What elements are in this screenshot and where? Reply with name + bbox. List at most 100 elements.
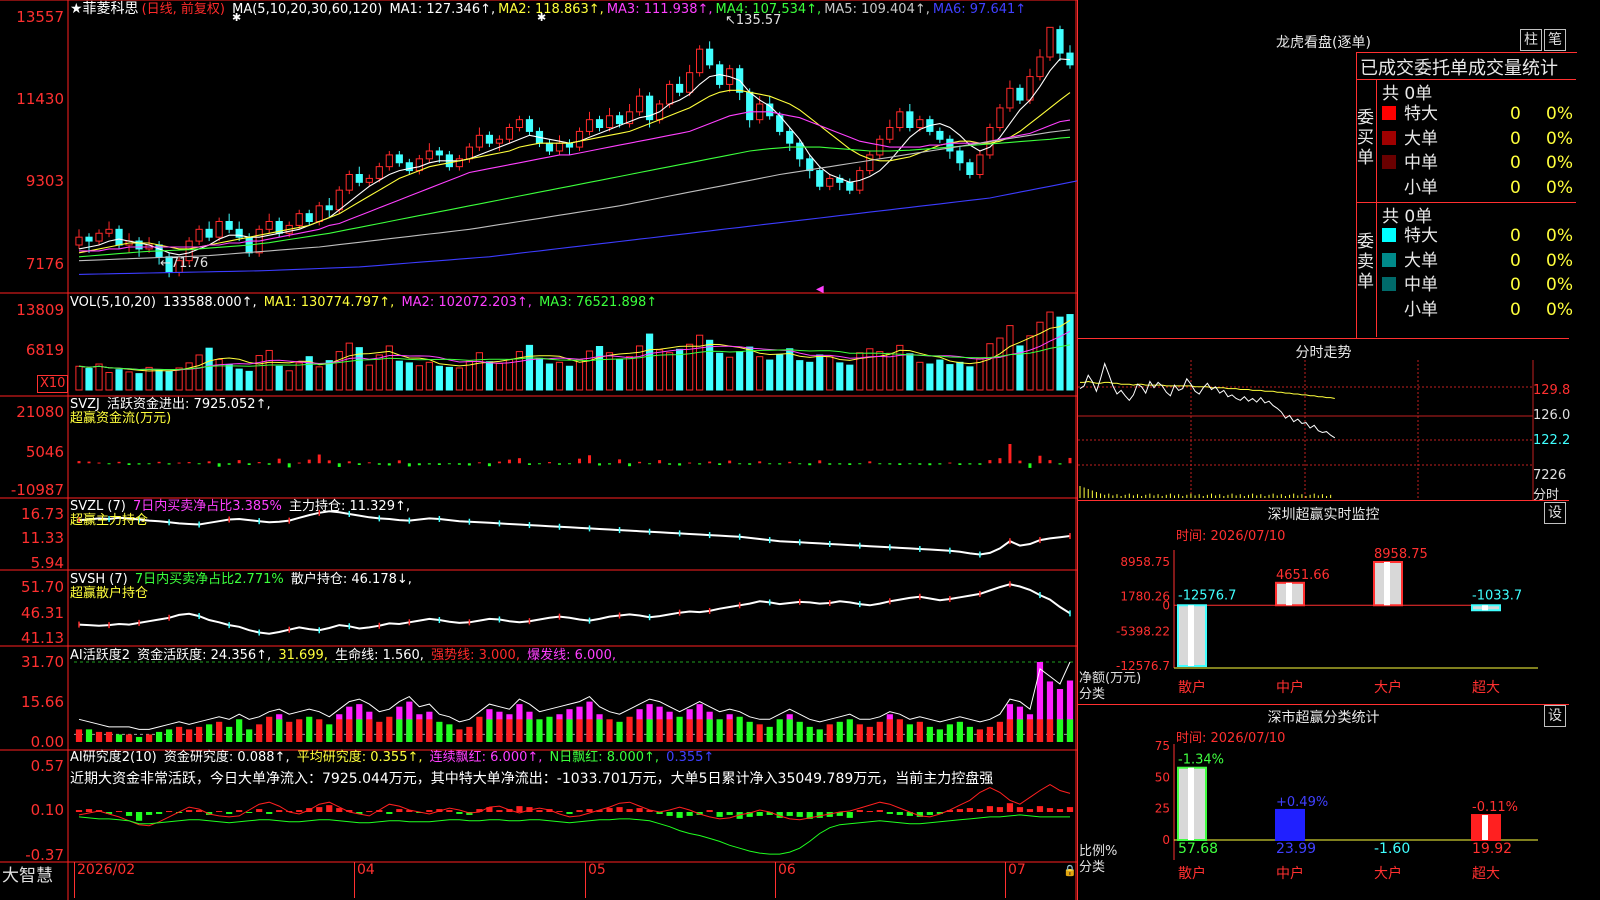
ai-bar (75, 729, 83, 742)
vol-unit: X10 (40, 376, 66, 391)
vol-bar (746, 346, 754, 391)
candle-body (375, 166, 383, 179)
svzj-bar (788, 461, 792, 464)
candle-body (1016, 87, 1024, 101)
order-pct: 0% (1546, 299, 1573, 320)
vol-y-1: 13809 (16, 301, 64, 319)
monitor-y-label-4: -5398.22 (1116, 624, 1170, 638)
svzj-sub: 超赢资金流(万元) (70, 411, 172, 426)
ai-bar (856, 724, 863, 742)
vol-bar (946, 364, 954, 391)
candle-body (305, 213, 313, 223)
ai-research-bar (856, 810, 863, 812)
period-label[interactable]: (日线, 前复权) (142, 2, 225, 17)
ai-bar (115, 734, 123, 742)
ai-research-bar (446, 810, 453, 812)
candle-body (495, 138, 504, 144)
candle-body (605, 115, 614, 128)
x-tick-2: 04 (354, 862, 375, 898)
svzj-bar (97, 462, 101, 464)
monitor-cat-4: 超大 (1472, 680, 1500, 696)
ai-bar-base (496, 719, 503, 742)
ai-research-bar (366, 811, 373, 813)
svsh-y-1: 51.70 (21, 578, 64, 596)
ma-value-3: MA3: 111.938↑, (606, 2, 713, 17)
monitor-settings-button[interactable]: 设 (1544, 502, 1566, 524)
intraday-chart[interactable] (1078, 360, 1569, 500)
ai-research-bar (566, 812, 573, 814)
ai-bar (866, 726, 873, 742)
order-pct: 0% (1546, 104, 1573, 124)
vol-unit-badge[interactable]: X10 (37, 375, 69, 393)
candle-body (816, 170, 824, 187)
order-pct: 0% (1546, 153, 1573, 173)
ai-research-bar (616, 807, 623, 812)
chart-area[interactable]: ★菲菱科思 (日线, 前复权) MA(5,10,20,30,60,120) MA1… (0, 0, 1077, 900)
vol-bar (245, 370, 253, 391)
ai-bar-base (406, 719, 413, 742)
stroke-mode-button[interactable]: 笔 (1544, 29, 1566, 51)
class-axis-unit-2: 分类 (1079, 860, 1106, 875)
candle-body (545, 142, 554, 152)
ma-line-3 (79, 111, 1071, 252)
ai-bar (926, 726, 933, 742)
ai-active-label: 资金活跃度: 24.356↑, (137, 648, 272, 663)
ai-bar (716, 719, 723, 742)
svzj-bar (397, 460, 401, 464)
right-panel: 龙虎看盘(逐单) 柱 笔 已成交委托单成交量统计 委买单 委卖单 共 0单 共 … (1077, 0, 1577, 900)
svzj-bar (588, 455, 592, 464)
vol-bar (876, 351, 884, 391)
scroll-marker-icon[interactable]: ◀ (816, 284, 824, 295)
ai-research-bar (316, 807, 323, 812)
ai-bar (676, 716, 683, 742)
candle-body (345, 174, 353, 191)
class-bar-2 (1275, 808, 1305, 841)
class-top-border (1078, 704, 1569, 705)
monitor-bar-shine (1188, 605, 1194, 666)
svzj-bar (477, 462, 481, 464)
bar-mode-button[interactable]: 柱 (1520, 29, 1542, 51)
stock-name[interactable]: ★菲菱科思 (70, 1, 139, 17)
ai-research-bar (1056, 809, 1064, 812)
monitor-cat-3: 大户 (1374, 679, 1402, 696)
class-settings-button[interactable]: 设 (1544, 705, 1566, 727)
ai-bar (176, 726, 183, 742)
svzj-bar (337, 463, 341, 467)
vol-bar (315, 366, 323, 391)
ai-research-name: AI研究度2(10) (70, 750, 157, 765)
ai-bar-base (566, 719, 573, 742)
candle-body (846, 181, 854, 191)
ai-research-bar (266, 812, 273, 814)
vol-ma3: MA3: 76521.898↑ (539, 295, 658, 310)
candle-body (746, 91, 754, 121)
svsh-label: 7日内买卖净占比2.771% (134, 572, 284, 587)
candle-body (1006, 87, 1014, 109)
vol-name: VOL(5,10,20) (70, 295, 156, 310)
svzj-bar (598, 463, 602, 466)
ai-research-bar (155, 812, 163, 814)
lock-icon[interactable]: 🔒 (1063, 864, 1077, 877)
ai-bar (616, 721, 623, 742)
ai-research-bar (666, 812, 673, 816)
svzj-bar (1018, 460, 1022, 464)
svzj-bar (958, 463, 962, 465)
svzj-bar (347, 461, 351, 464)
monitor-top-border (1078, 500, 1569, 501)
svzj-bar (457, 463, 461, 465)
vol-bar (706, 339, 714, 391)
ai-bar (85, 729, 93, 742)
svsh-y-3: 41.13 (21, 629, 64, 647)
svzj-bar (327, 460, 331, 464)
svzj-bar (247, 463, 251, 465)
svzj-bar (557, 463, 561, 465)
order-count: 0 (1510, 104, 1521, 124)
candle-body (676, 83, 684, 93)
ai-research-bar (976, 809, 984, 812)
svzj-bar (497, 461, 501, 464)
class-y-label-3: 25 (1155, 802, 1170, 816)
class-chart: 75 50 25 0 -1.34% 57.68 散户 +0.49% 23.99 中户 -1.60 大户… (1155, 740, 1538, 882)
ai-bar (236, 719, 243, 742)
svzj-bar (818, 460, 822, 464)
ai-bar (246, 729, 253, 742)
ai-bar (906, 724, 913, 742)
